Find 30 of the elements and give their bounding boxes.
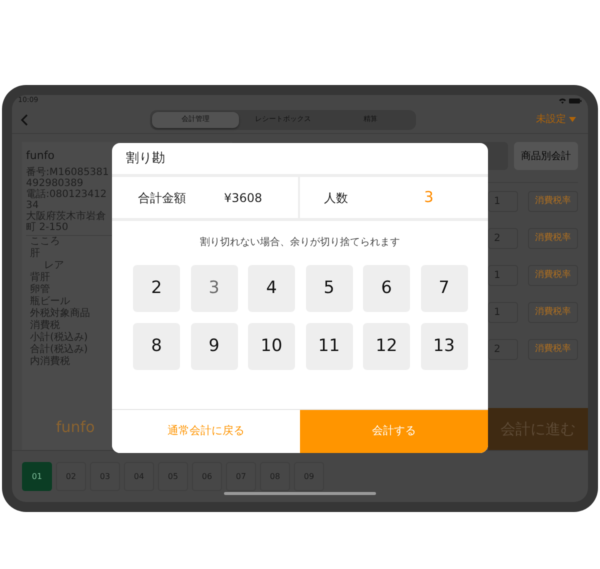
number-key[interactable]: 7 [420,265,468,312]
store-select[interactable]: 未設定 [536,112,576,128]
caret-icon [569,117,576,122]
tax-rate-button[interactable]: 消費税率 [528,228,578,250]
people-label: 人数 [324,190,348,206]
total-label: 合計金額 [138,190,186,206]
number-key[interactable]: 8 [133,323,180,370]
number-key[interactable]: 5 [306,265,352,312]
table-tab[interactable]: 01 [22,462,52,492]
tax-rate-button[interactable]: 消費税率 [528,302,578,324]
number-key[interactable]: 4 [248,265,295,312]
checkout-button[interactable]: 会計する [300,410,488,453]
total-amount: ¥3608 [224,190,262,206]
tax-rate-button[interactable]: 消費税率 [528,339,578,360]
number-key[interactable]: 11 [306,323,352,370]
number-key[interactable]: 2 [133,265,180,312]
rounding-note: 割り切れない場合、余りが切り捨てられます [199,236,401,250]
receipt-logo: funfo [56,416,95,438]
people-count: 3 [424,187,434,208]
number-key[interactable]: 10 [248,323,295,370]
number-key[interactable]: 9 [190,323,238,370]
number-key[interactable]: 12 [363,323,410,370]
tax-rate-button[interactable]: 消費税率 [528,265,578,286]
number-key[interactable]: 6 [363,265,410,312]
tax-rate-button[interactable]: 消費税率 [528,191,578,212]
wifi-battery-icon [558,96,582,105]
number-key[interactable]: 13 [420,323,468,370]
header-button[interactable]: 商品別会計 [514,142,578,170]
number-key[interactable]: 3 [190,265,238,312]
dialog-title: 割り勘 [126,150,165,168]
